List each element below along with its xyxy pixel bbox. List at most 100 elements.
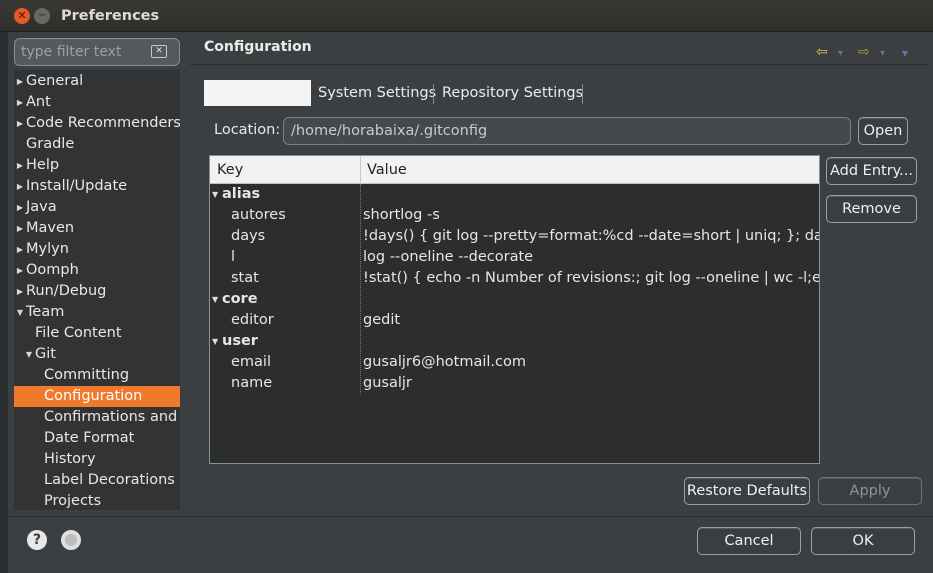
- tree-item-team[interactable]: ▼ Team: [14, 302, 180, 323]
- tab-system-settings[interactable]: System Settings: [318, 80, 436, 106]
- collapsed-arrow-icon[interactable]: ▶: [14, 218, 26, 239]
- tree-item-date-format[interactable]: Date Format: [14, 428, 180, 449]
- tree-item-run-debug[interactable]: ▶ Run/Debug: [14, 281, 180, 302]
- forward-history-dropdown-icon[interactable]: ▾: [880, 48, 885, 59]
- config-entry-row[interactable]: email gusaljr6@hotmail.com: [210, 352, 819, 373]
- preference-tree[interactable]: ▶ General ▶ Ant ▶ Code Recommenders Gradle ▶ Hel…: [14, 70, 180, 510]
- import-export-icon[interactable]: [61, 530, 81, 550]
- expanded-arrow-icon[interactable]: ▼: [212, 289, 218, 310]
- expanded-arrow-icon[interactable]: ▼: [23, 344, 35, 365]
- config-entry-row[interactable]: name gusaljr: [210, 373, 819, 394]
- tree-item-projects[interactable]: Projects: [14, 491, 180, 510]
- expanded-arrow-icon[interactable]: ▼: [212, 184, 218, 205]
- table-header: Key Value: [210, 156, 819, 184]
- tree-item-committing[interactable]: Committing: [14, 365, 180, 386]
- collapsed-arrow-icon[interactable]: ▶: [14, 260, 26, 281]
- clear-filter-icon[interactable]: ✕: [151, 45, 167, 58]
- config-section-row[interactable]: ▼ alias: [210, 184, 819, 205]
- tree-item-label: History: [44, 451, 96, 467]
- page-title: Configuration: [204, 39, 312, 55]
- config-entry-row[interactable]: autores shortlog -s: [210, 205, 819, 226]
- section-name: alias: [222, 186, 261, 202]
- tree-item-git[interactable]: ▼ Git: [14, 344, 180, 365]
- back-history-dropdown-icon[interactable]: ▾: [838, 48, 843, 59]
- entry-key: stat: [231, 270, 259, 286]
- tab-separator: [582, 84, 583, 104]
- tree-item-confirmations-and-w[interactable]: Confirmations and W: [14, 407, 180, 428]
- entry-value: log --oneline --decorate: [363, 249, 534, 265]
- entry-value: gedit: [363, 312, 401, 328]
- entry-value: shortlog -s: [363, 207, 440, 223]
- tree-item-label: Run/Debug: [26, 283, 107, 299]
- header-divider: [190, 64, 928, 65]
- view-menu-icon[interactable]: ▾: [902, 46, 908, 60]
- expanded-arrow-icon[interactable]: ▼: [14, 302, 26, 323]
- config-table[interactable]: Key Value ▼ alias autores shortlog -s days !d…: [209, 155, 820, 464]
- tree-item-gradle[interactable]: Gradle: [14, 134, 180, 155]
- tab-separator: [433, 84, 434, 104]
- tree-item-label: Committing: [44, 367, 130, 383]
- tree-item-label: Install/Update: [26, 178, 128, 194]
- back-arrow-icon[interactable]: ⇦: [816, 44, 828, 60]
- window-edge: [0, 32, 8, 573]
- config-entry-row[interactable]: stat !stat() { echo -n Number of revision…: [210, 268, 819, 289]
- collapsed-arrow-icon[interactable]: ▶: [14, 113, 26, 134]
- tree-item-mylyn[interactable]: ▶ Mylyn: [14, 239, 180, 260]
- collapsed-arrow-icon[interactable]: ▶: [14, 176, 26, 197]
- tree-item-ant[interactable]: ▶ Ant: [14, 92, 180, 113]
- tree-item-file-content[interactable]: File Content: [14, 323, 180, 344]
- collapsed-arrow-icon[interactable]: ▶: [14, 71, 26, 92]
- expanded-arrow-icon[interactable]: ▼: [212, 331, 218, 352]
- remove-button[interactable]: Remove: [826, 195, 917, 223]
- tab-repository-settings[interactable]: Repository Settings: [442, 80, 583, 106]
- tree-item-label: Confirmations and W: [44, 409, 180, 425]
- config-entry-row[interactable]: l log --oneline --decorate: [210, 247, 819, 268]
- help-icon[interactable]: ?: [27, 530, 47, 550]
- config-section-row[interactable]: ▼ user: [210, 331, 819, 352]
- config-entry-row[interactable]: editor gedit: [210, 310, 819, 331]
- entry-key: editor: [231, 312, 274, 328]
- tree-item-label-decorations[interactable]: Label Decorations: [14, 470, 180, 491]
- tree-item-history[interactable]: History: [14, 449, 180, 470]
- tree-item-general[interactable]: ▶ General: [14, 71, 180, 92]
- collapsed-arrow-icon[interactable]: ▶: [14, 197, 26, 218]
- config-section-row[interactable]: ▼ core: [210, 289, 819, 310]
- close-window-button[interactable]: ✕: [14, 8, 30, 24]
- open-button[interactable]: Open: [858, 117, 908, 145]
- tree-item-label: Gradle: [26, 136, 75, 152]
- tree-item-label: Help: [26, 157, 60, 173]
- tree-item-maven[interactable]: ▶ Maven: [14, 218, 180, 239]
- restore-defaults-button[interactable]: Restore Defaults: [684, 477, 810, 505]
- filter-field[interactable]: ✕: [14, 38, 180, 66]
- entry-value: gusaljr6@hotmail.com: [363, 354, 526, 370]
- tree-item-label: Team: [26, 304, 65, 320]
- key-column-header[interactable]: Key: [217, 156, 243, 184]
- entry-key: l: [231, 249, 236, 265]
- forward-arrow-icon[interactable]: ⇨: [858, 44, 870, 60]
- tree-item-install-update[interactable]: ▶ Install/Update: [14, 176, 180, 197]
- dialog-button-bar: ? Cancel OK: [8, 516, 933, 573]
- cancel-button[interactable]: Cancel: [697, 527, 801, 555]
- tree-item-help[interactable]: ▶ Help: [14, 155, 180, 176]
- tree-item-code-recommenders[interactable]: ▶ Code Recommenders: [14, 113, 180, 134]
- tree-item-java[interactable]: ▶ Java: [14, 197, 180, 218]
- tree-item-label: Ant: [26, 94, 51, 110]
- tree-item-oomph[interactable]: ▶ Oomph: [14, 260, 180, 281]
- config-entry-row[interactable]: days !days() { git log --pretty=format:%c…: [210, 226, 819, 247]
- collapsed-arrow-icon[interactable]: ▶: [14, 281, 26, 302]
- collapsed-arrow-icon[interactable]: ▶: [14, 155, 26, 176]
- collapsed-arrow-icon[interactable]: ▶: [14, 239, 26, 260]
- apply-button[interactable]: Apply: [818, 477, 922, 505]
- location-field[interactable]: /home/horabaixa/.gitconfig: [283, 117, 851, 145]
- tab-user-settings[interactable]: User Settings: [204, 80, 311, 106]
- value-column-header[interactable]: Value: [367, 156, 407, 184]
- window-title: Preferences: [61, 8, 160, 24]
- filter-input[interactable]: [21, 42, 143, 62]
- ok-button[interactable]: OK: [811, 527, 915, 555]
- tree-item-configuration[interactable]: Configuration: [14, 386, 180, 407]
- section-name: user: [222, 333, 258, 349]
- collapsed-arrow-icon[interactable]: ▶: [14, 92, 26, 113]
- minimize-window-button[interactable]: −: [34, 8, 50, 24]
- add-entry-button[interactable]: Add Entry...: [826, 157, 917, 185]
- tree-item-label: Date Format: [44, 430, 135, 446]
